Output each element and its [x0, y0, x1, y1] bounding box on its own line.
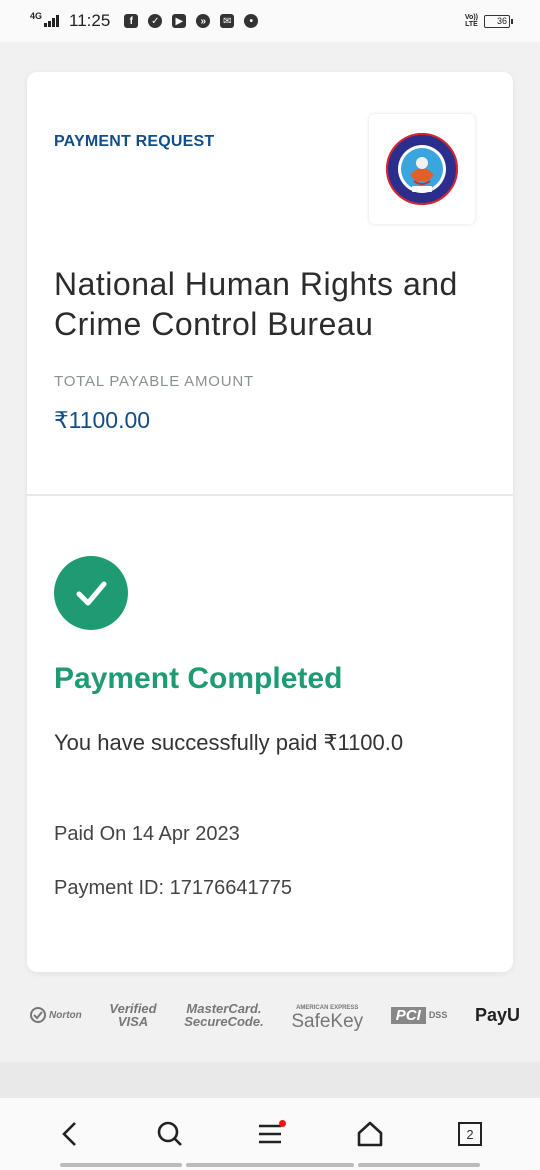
amex-safekey-badge: AMERICAN EXPRESS SafeKey [291, 1005, 364, 1032]
payment-id: Payment ID: 17176641775 [54, 877, 292, 899]
more-notifications-icon: • [244, 14, 259, 28]
merchant-logo [369, 114, 475, 224]
merchant-name: National Human Rights and Crime Control … [54, 266, 458, 342]
search-icon [157, 1121, 182, 1146]
signal-icon [44, 15, 60, 27]
status-bar: 4G 11:25 f ✓ ▶ » ✉ • Vo)) LTE 36 [0, 0, 540, 42]
home-icon [357, 1121, 383, 1147]
payment-request-card: PAYMENT REQUEST National Human Rights an… [27, 72, 513, 496]
payment-request-label: PAYMENT REQUEST [54, 133, 215, 150]
mastercard-securecode-badge: MasterCard. SecureCode. [184, 1001, 264, 1029]
mail-icon: ✉ [220, 14, 235, 28]
nhrccb-logo-icon [386, 133, 458, 205]
norton-check-icon [30, 1007, 46, 1023]
menu-icon [259, 1124, 281, 1144]
search-button[interactable] [148, 1112, 192, 1156]
app-notification-icon: » [196, 14, 211, 28]
battery-level: 36 [496, 16, 507, 26]
messenger-icon: ✓ [148, 14, 163, 28]
gesture-bar-left [60, 1163, 182, 1167]
back-button[interactable] [48, 1112, 92, 1156]
paid-on-date: Paid On 14 Apr 2023 [54, 823, 240, 845]
payment-status-title: Payment Completed [54, 662, 343, 695]
total-payable-label: TOTAL PAYABLE AMOUNT [54, 373, 254, 390]
network-type: 4G [30, 11, 43, 21]
home-button[interactable] [348, 1112, 392, 1156]
tabs-count: 2 [458, 1122, 482, 1146]
tabs-button[interactable]: 2 [448, 1112, 492, 1156]
menu-button[interactable] [248, 1112, 292, 1156]
battery-icon: 36 [484, 14, 513, 28]
trust-badges: Norton Verified VISA MasterCard. SecureC… [30, 995, 520, 1035]
pci-dss-badge: PCI DSS [390, 1006, 447, 1024]
notification-dot [279, 1120, 286, 1127]
browser-nav-bar: 2 [0, 1098, 540, 1170]
youtube-icon: ▶ [172, 14, 187, 28]
clock: 11:25 [69, 11, 111, 30]
payment-status-message: You have successfully paid ₹1100.0 [54, 730, 404, 755]
verified-by-visa-badge: Verified VISA [109, 1001, 157, 1029]
payu-logo: PayU [474, 1004, 520, 1025]
success-check-icon [54, 556, 128, 630]
gesture-bar-right [358, 1163, 480, 1167]
payment-status-card: Payment Completed You have successfully … [27, 496, 513, 972]
footer-spacer [0, 1062, 540, 1098]
total-payable-amount: ₹1100.00 [54, 407, 151, 433]
norton-badge: Norton [30, 1007, 82, 1023]
gesture-bar-center [186, 1163, 354, 1167]
facebook-icon: f [124, 14, 139, 28]
volte-indicator: Vo)) LTE [464, 14, 478, 28]
chevron-left-icon [62, 1122, 76, 1146]
